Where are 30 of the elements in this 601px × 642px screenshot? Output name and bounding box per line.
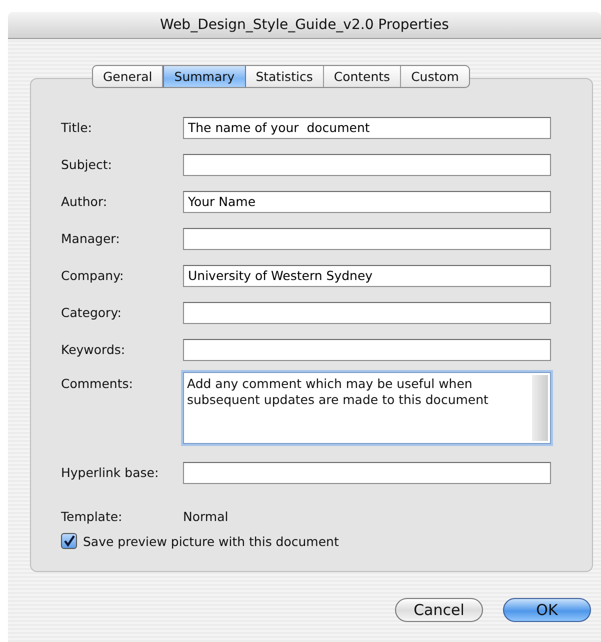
field-label: Manager: [61,231,121,246]
tab[interactable]: Contents [324,66,402,87]
scrollbar[interactable] [532,375,548,441]
input-field[interactable] [183,228,551,250]
field-label: Company: [61,268,125,283]
tab[interactable]: Summary [163,66,246,87]
field-label: Keywords: [61,342,126,357]
comments-field[interactable]: Add any comment which may be useful when subsequent updates are made to this document [183,372,551,444]
input-field[interactable] [183,462,551,484]
input-field[interactable]: The name of your document [183,116,551,138]
field-label: Comments: [61,375,134,391]
field-label: Hyperlink base: [61,465,160,480]
template-value: Normal [183,508,228,524]
input-field[interactable] [183,302,551,324]
tab[interactable]: Custom [401,66,469,87]
checkbox-label: Save preview picture with this document [83,534,339,548]
checkbox[interactable] [61,533,77,549]
ok-button[interactable]: OK [503,598,591,622]
field-label: Template: [61,508,124,524]
field-label: Subject: [61,157,113,172]
input-field[interactable]: University of Western Sydney [183,264,551,286]
window-title: Web_Design_Style_Guide_v2.0 Properties [160,17,449,33]
tab[interactable]: Statistics [246,66,324,87]
input-field[interactable]: Your Name [183,190,551,212]
field-label: Author: [61,194,108,209]
input-field[interactable] [183,338,551,360]
input-field[interactable] [183,154,551,176]
field-label: Category: [61,305,122,320]
cancel-button[interactable]: Cancel [395,598,483,622]
field-label: Title: [61,120,93,135]
